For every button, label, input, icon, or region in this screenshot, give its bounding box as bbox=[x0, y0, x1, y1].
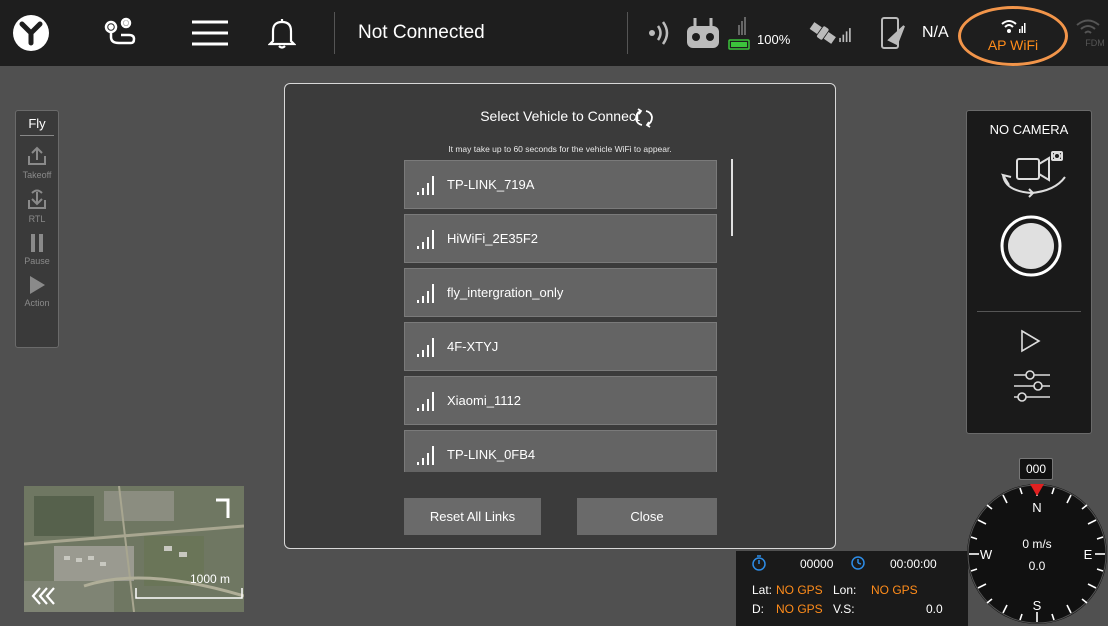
takeoff-button[interactable]: Takeoff bbox=[16, 144, 58, 180]
lat-label: Lat: bbox=[752, 583, 773, 597]
counter-value: 00000 bbox=[800, 557, 834, 571]
fly-panel: Fly Takeoff RTL Pause Action bbox=[15, 110, 59, 348]
network-name: HiWiFi_2E35F2 bbox=[447, 231, 539, 246]
toolbar-divider bbox=[627, 12, 628, 54]
pause-label: Pause bbox=[24, 256, 50, 266]
action-label: Action bbox=[24, 298, 50, 308]
wifi-icon bbox=[1001, 20, 1026, 33]
rtl-label: RTL bbox=[28, 214, 46, 224]
menu-icon[interactable] bbox=[187, 10, 233, 56]
fly-panel-title: Fly bbox=[20, 111, 54, 136]
network-name: fly_intergration_only bbox=[447, 285, 564, 300]
camera-switch-icon[interactable] bbox=[999, 149, 1069, 210]
play-icon bbox=[30, 276, 45, 294]
vertical-speed-value: 0.0 bbox=[926, 602, 943, 616]
compass-e: E bbox=[1084, 547, 1093, 562]
distance-value: NO GPS bbox=[776, 602, 823, 616]
wifi-signal-icon bbox=[417, 337, 434, 357]
vertical-speed-label: V.S: bbox=[833, 602, 855, 616]
network-name: Xiaomi_1112 bbox=[447, 393, 521, 408]
dialog-title: Select Vehicle to Connect bbox=[480, 108, 640, 124]
network-item[interactable]: fly_intergration_only bbox=[404, 268, 717, 317]
battery-percentage: 100% bbox=[757, 32, 791, 47]
lat-value: NO GPS bbox=[776, 583, 823, 597]
heading-indicator: 000 bbox=[1019, 458, 1053, 480]
wifi-signal-icon bbox=[417, 445, 434, 465]
wifi-signal-icon bbox=[417, 391, 434, 411]
flight-battery-value: N/A bbox=[922, 24, 949, 41]
takeoff-label: Takeoff bbox=[22, 170, 52, 180]
signal-broadcast-icon bbox=[638, 10, 684, 56]
camera-status: NO CAMERA bbox=[989, 122, 1069, 137]
distance-label: D: bbox=[752, 602, 764, 616]
reset-all-links-button[interactable]: Reset All Links bbox=[404, 498, 541, 535]
counter-icon bbox=[752, 555, 766, 571]
action-button[interactable]: Action bbox=[16, 274, 58, 308]
top-toolbar: Not Connected 100% N/A AP WiFi FDM bbox=[0, 0, 1108, 66]
camera-panel-separator bbox=[977, 311, 1081, 312]
collapse-left-icon[interactable] bbox=[30, 586, 56, 606]
pause-icon bbox=[31, 234, 43, 252]
wifi-signal-icon bbox=[417, 283, 434, 303]
notification-bell-icon[interactable] bbox=[259, 10, 305, 56]
clock-icon bbox=[851, 556, 865, 570]
telemetry-panel: 00000 00:00:00 Lat: NO GPS Lon: NO GPS D… bbox=[736, 551, 968, 626]
network-name: TP-LINK_0FB4 bbox=[447, 447, 536, 462]
ground-speed-label: 0 m/s bbox=[1022, 537, 1051, 551]
flight-battery-icon bbox=[874, 10, 910, 56]
network-list[interactable]: TP-LINK_719A HiWiFi_2E35F2 fly_intergrat… bbox=[404, 160, 718, 472]
lon-value: NO GPS bbox=[871, 583, 918, 597]
rtl-button[interactable]: RTL bbox=[16, 188, 58, 224]
pause-button[interactable]: Pause bbox=[16, 232, 58, 266]
fdm-label: FDM bbox=[1085, 38, 1105, 48]
refresh-icon[interactable] bbox=[633, 108, 655, 133]
battery-icon bbox=[726, 10, 756, 56]
rtl-icon bbox=[28, 189, 46, 209]
network-item[interactable]: TP-LINK_719A bbox=[404, 160, 717, 209]
compass-w: W bbox=[980, 547, 993, 562]
toolbar-divider bbox=[334, 12, 335, 54]
map-expand-icon[interactable] bbox=[214, 496, 232, 520]
network-item[interactable]: HiWiFi_2E35F2 bbox=[404, 214, 717, 263]
camera-settings-sliders-icon[interactable] bbox=[1012, 369, 1052, 408]
record-icon bbox=[1000, 215, 1062, 277]
record-button[interactable] bbox=[1000, 215, 1062, 282]
network-item[interactable]: TP-LINK_0FB4 bbox=[404, 430, 717, 472]
fdm-wifi-icon[interactable]: FDM bbox=[1068, 10, 1108, 56]
compass-s: S bbox=[1033, 598, 1042, 613]
select-vehicle-dialog: Select Vehicle to Connect It may take up… bbox=[284, 83, 836, 549]
network-name: TP-LINK_719A bbox=[447, 177, 535, 192]
mini-map[interactable]: 1000 m bbox=[24, 486, 244, 612]
ap-wifi-label: AP WiFi bbox=[987, 37, 1039, 53]
map-scale-label: 1000 m bbox=[190, 572, 231, 586]
network-list-scrollbar[interactable] bbox=[731, 159, 733, 236]
lon-label: Lon: bbox=[833, 583, 857, 597]
close-button[interactable]: Close bbox=[577, 498, 717, 535]
remote-controller-icon bbox=[680, 10, 726, 56]
media-playback-icon[interactable] bbox=[1019, 329, 1041, 358]
network-item[interactable]: Xiaomi_1112 bbox=[404, 376, 717, 425]
compass-n: N bbox=[1032, 500, 1041, 515]
network-item[interactable]: 4F-XTYJ bbox=[404, 322, 717, 371]
dialog-subtitle: It may take up to 60 seconds for the veh… bbox=[448, 144, 672, 154]
camera-panel: NO CAMERA bbox=[966, 110, 1092, 434]
app-logo-icon[interactable] bbox=[8, 10, 54, 56]
network-name: 4F-XTYJ bbox=[447, 339, 499, 354]
wifi-signal-icon bbox=[417, 229, 434, 249]
map-scale-bar bbox=[135, 588, 243, 599]
takeoff-icon bbox=[28, 146, 46, 165]
wifi-signal-icon bbox=[417, 175, 434, 195]
ground-speed-value: 0.0 bbox=[1029, 559, 1046, 573]
route-plan-icon[interactable] bbox=[96, 10, 142, 56]
compass: N S W E 0 m/s 0.0 bbox=[966, 482, 1108, 626]
connection-status[interactable]: Not Connected bbox=[358, 22, 485, 44]
gps-satellite-icon bbox=[808, 10, 854, 56]
flight-time-value: 00:00:00 bbox=[890, 557, 937, 571]
ap-wifi-button[interactable]: AP WiFi bbox=[958, 6, 1068, 66]
